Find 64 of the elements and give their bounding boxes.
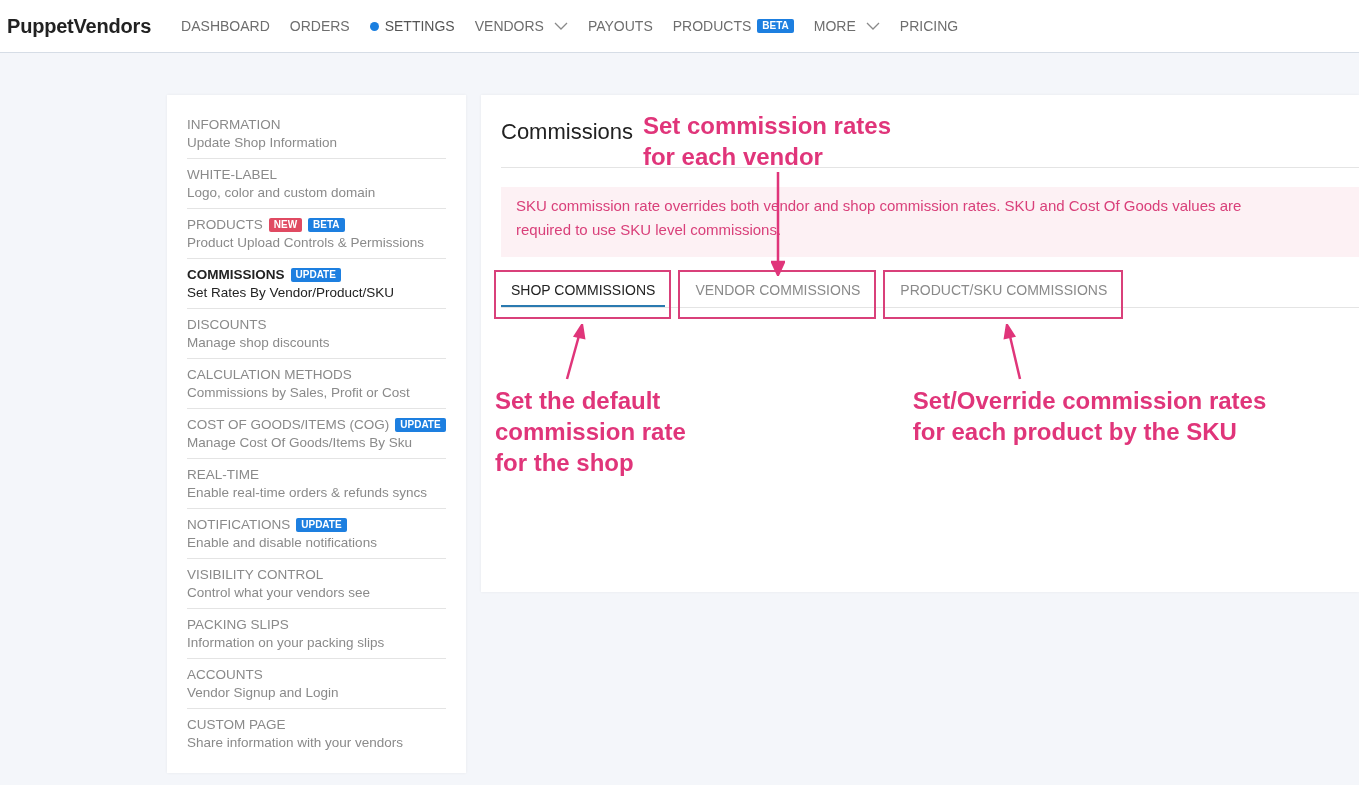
item-subtitle: Logo, color and custom domain <box>187 185 377 200</box>
item-subtitle: Information on your packing slips <box>187 635 386 650</box>
tab[interactable]: SHOP COMMISSIONS <box>501 274 666 307</box>
item-subtitle: Enable real-time orders & refunds syncs <box>187 485 429 500</box>
badge: UPDATE <box>290 267 341 282</box>
sidebar-item[interactable]: COMMISSIONS UPDATE Set Rates By Vendor/Product/SKU <box>187 259 446 309</box>
badge: NEW <box>268 217 303 232</box>
sidebar-item[interactable]: REAL-TIME Enable real-time orders & refunds syncs <box>187 459 446 509</box>
item-subtitle: Manage shop discounts <box>187 335 331 350</box>
callout-text: Set commission rates for each vendor <box>642 111 891 172</box>
chevron-down-icon[interactable] <box>553 22 568 30</box>
sidebar-item[interactable]: INFORMATION Update Shop Information <box>187 109 446 159</box>
nav-link[interactable]: PRODUCTS <box>672 18 752 34</box>
sidebar-item[interactable]: ACCOUNTS Vendor Signup and Login <box>187 659 446 709</box>
callout-text: Set the default commission rate for the shop <box>495 386 686 478</box>
item-title: PACKING SLIPS <box>187 617 289 632</box>
logo[interactable]: PuppetVendors <box>7 14 152 38</box>
page-title: Commissions <box>501 118 634 146</box>
sidebar-item[interactable]: COST OF GOODS/ITEMS (COG) UPDATE Manage Cost Of Goods/Items By Sku <box>187 409 446 459</box>
badge: UPDATE <box>395 417 446 432</box>
callout-text: Set/Override commission rates for each product by the SKU <box>912 386 1267 447</box>
chevron-down-icon[interactable] <box>865 22 880 30</box>
item-title: ACCOUNTS <box>187 667 263 682</box>
nav-link[interactable]: VENDORS <box>474 18 544 34</box>
tab[interactable]: PRODUCT/SKU COMMISSIONS <box>890 274 1118 307</box>
item-title: COMMISSIONS <box>187 267 285 282</box>
item-subtitle: Manage Cost Of Goods/Items By Sku <box>187 435 414 450</box>
item-title: INFORMATION <box>187 117 281 132</box>
sidebar-item[interactable]: NOTIFICATIONS UPDATE Enable and disable notifications <box>187 509 446 559</box>
item-title: COST OF GOODS/ITEMS (COG) <box>187 417 390 432</box>
item-subtitle: Enable and disable notifications <box>187 535 378 550</box>
item-subtitle: Share information with your vendors <box>187 735 405 750</box>
item-title: CUSTOM PAGE <box>187 717 286 732</box>
active-dot-icon <box>369 21 379 31</box>
nav-link[interactable]: SETTINGS <box>369 18 455 34</box>
item-title: CALCULATION METHODS <box>187 367 352 382</box>
badge: BETA <box>308 217 345 232</box>
sidebar-item[interactable]: VISIBILITY CONTROL Control what your vendors see <box>187 559 446 609</box>
item-title: WHITE-LABEL <box>187 167 278 182</box>
item-title: REAL-TIME <box>187 467 259 482</box>
nav-link[interactable]: DASHBOARD <box>181 18 270 34</box>
badge: UPDATE <box>296 517 347 532</box>
badge: BETA <box>757 19 794 33</box>
sidebar-item[interactable]: PACKING SLIPS Information on your packing slips <box>187 609 446 659</box>
item-subtitle: Vendor Signup and Login <box>187 685 340 700</box>
item-subtitle: Control what your vendors see <box>187 585 372 600</box>
item-subtitle: Commissions by Sales, Profit or Cost <box>187 385 411 400</box>
nav-link[interactable]: PAYOUTS <box>587 18 653 34</box>
nav-link[interactable]: ORDERS <box>289 18 350 34</box>
item-title: DISCOUNTS <box>187 317 267 332</box>
sidebar-item[interactable]: DISCOUNTS Manage shop discounts <box>187 309 446 359</box>
item-title: NOTIFICATIONS <box>187 517 291 532</box>
sidebar-item[interactable]: WHITE-LABEL Logo, color and custom domain <box>187 159 446 209</box>
tab[interactable]: VENDOR COMMISSIONS <box>685 274 871 307</box>
nav-link[interactable]: MORE <box>813 18 856 34</box>
sidebar-item[interactable]: CUSTOM PAGE Share information with your vendors <box>187 709 446 759</box>
item-subtitle: Set Rates By Vendor/Product/SKU <box>187 285 396 300</box>
item-subtitle: Update Shop Information <box>187 135 339 150</box>
sidebar-item[interactable]: CALCULATION METHODS Commissions by Sales, Profit or Cost <box>187 359 446 409</box>
item-title: VISIBILITY CONTROL <box>187 567 324 582</box>
item-title: PRODUCTS <box>187 217 263 232</box>
nav-link[interactable]: PRICING <box>899 18 959 34</box>
sidebar-item[interactable]: PRODUCTS NEW BETA Product Upload Controls & Permissions <box>187 209 446 259</box>
item-subtitle: Product Upload Controls & Permissions <box>187 235 426 250</box>
